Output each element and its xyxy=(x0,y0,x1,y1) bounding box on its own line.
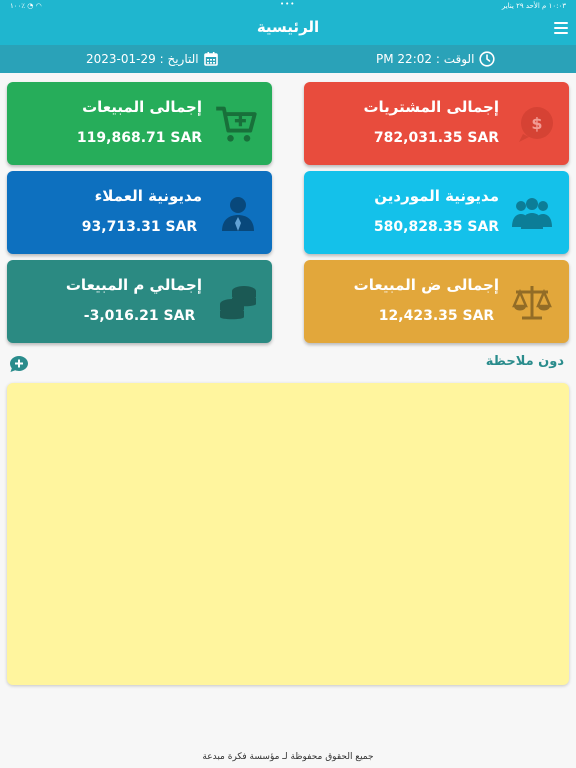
date-display: التاريخ : 29-01-2023 xyxy=(86,51,218,66)
sales-returns-card[interactable]: إجمالي م المبيعات -3,016.21 SAR xyxy=(7,260,272,343)
footer-copyright: جميع الحقوق محفوظة لـ مؤسسة فكرة مبدعة xyxy=(202,752,374,762)
suppliers-debt-card[interactable]: مديونية الموردين 580,828.35 SAR xyxy=(304,171,569,254)
time-display: الوقت : 22:02 PM xyxy=(376,51,496,67)
status-date: الأحد ٢٩ يناير xyxy=(501,2,540,10)
card-label: إجمالى المشتريات xyxy=(363,98,499,116)
card-value: 12,423.35 SAR xyxy=(378,308,495,324)
total-sales-card[interactable]: إجمالى المبيعات 119,868.71 SAR xyxy=(7,82,272,165)
card-label: إجمالى ض المبيعات xyxy=(353,276,499,294)
clock-icon xyxy=(479,51,496,67)
battery-level: ١٠٠٪ xyxy=(10,2,26,10)
time-text: الوقت : 22:02 PM xyxy=(376,52,475,66)
status-bar: ١٠٠٪ ◔ ◠ ••• ١٠:٠٣ م الأحد ٢٩ يناير xyxy=(0,0,576,12)
card-value: 119,868.71 SAR xyxy=(76,130,203,146)
status-time-date: ١٠:٠٣ م الأحد ٢٩ يناير xyxy=(502,2,566,10)
status-indicators: ١٠٠٪ ◔ ◠ xyxy=(10,2,42,10)
card-label: مديونية العملاء xyxy=(94,187,202,205)
app-header: الرئيسية xyxy=(0,12,576,45)
status-time: ١٠:٠٣ م xyxy=(542,2,566,10)
sales-tax-card[interactable]: إجمالى ض المبيعات 12,423.35 SAR xyxy=(304,260,569,343)
card-value: 580,828.35 SAR xyxy=(373,219,500,235)
hamburger-menu-icon[interactable] xyxy=(554,22,568,34)
card-value: 93,713.31 SAR xyxy=(81,219,198,235)
calendar-icon xyxy=(203,52,218,66)
add-note-icon[interactable] xyxy=(9,355,29,373)
notes-title: دون ملاحظة xyxy=(485,354,564,369)
card-value: -3,016.21 SAR xyxy=(83,308,196,324)
date-text: التاريخ : 29-01-2023 xyxy=(86,51,199,66)
multitask-dots: ••• xyxy=(280,0,296,8)
card-label: إجمالى المبيعات xyxy=(82,98,202,116)
card-label: مديونية الموردين xyxy=(374,187,499,205)
total-purchases-card[interactable]: $ إجمالى المشتريات 782,031.35 SAR xyxy=(304,82,569,165)
info-bar: التاريخ : 29-01-2023 الوقت : 22:02 PM xyxy=(0,45,576,73)
page-title: الرئيسية xyxy=(256,18,320,36)
notes-textarea[interactable] xyxy=(7,383,569,685)
card-value: 782,031.35 SAR xyxy=(373,130,500,146)
card-label: إجمالي م المبيعات xyxy=(65,276,202,294)
customers-debt-card[interactable]: مديونية العملاء 93,713.31 SAR xyxy=(7,171,272,254)
